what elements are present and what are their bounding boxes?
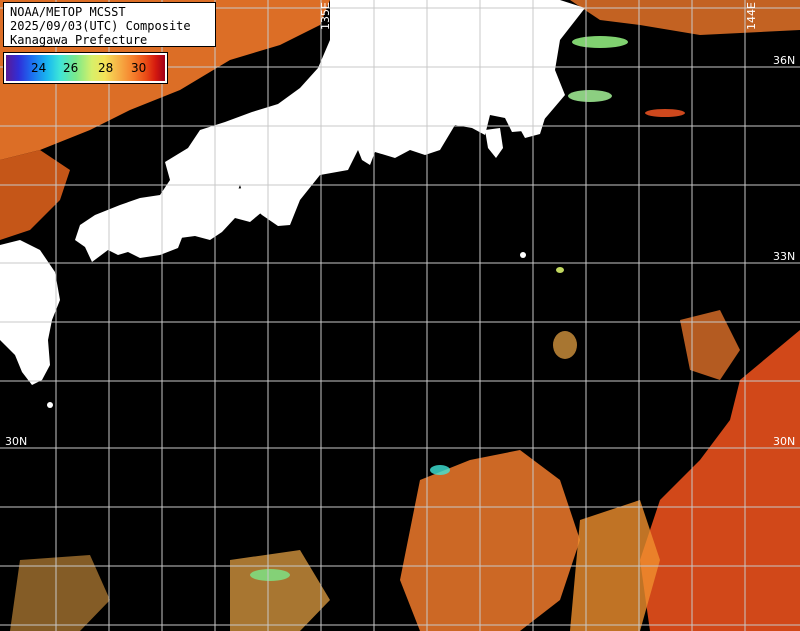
lon-label-135e: 135E: [319, 2, 332, 30]
sst-patch-small-east: [645, 109, 685, 117]
color-legend: 24 26 28 30: [3, 52, 168, 84]
legend-tick-28: 28: [98, 61, 114, 75]
lat-label-30n-left: 30N: [5, 435, 28, 448]
title-date: 2025/09/03(UTC) Composite: [10, 19, 191, 33]
map-title-box: NOAA/METOP MCSST 2025/09/03(UTC) Composi…: [3, 2, 216, 47]
lat-label-36n: 36N: [773, 54, 796, 67]
legend-tick-26: 26: [63, 61, 79, 75]
legend-tick-24: 24: [31, 61, 47, 75]
lat-label-33n: 33N: [773, 250, 796, 263]
lon-label-144e: 144E: [745, 2, 758, 30]
sst-patch-cyan-east: [572, 36, 628, 48]
sst-patch-green-south: [250, 569, 290, 581]
sst-patch-green-mid: [430, 465, 450, 475]
title-region: Kanagawa Prefecture: [10, 33, 148, 47]
title-product: NOAA/METOP MCSST: [10, 5, 126, 19]
land-izu-island: [520, 252, 526, 258]
sst-patch-cyan-tokyo: [568, 90, 612, 102]
sst-patch-mid-east: [553, 331, 577, 359]
map-canvas: [0, 0, 800, 631]
legend-tick-30: 30: [131, 61, 147, 75]
land-small-island-sw: [47, 402, 53, 408]
sst-map: 135E 144E 36N 33N 30N 30N NOAA/METOP MCS…: [0, 0, 800, 631]
lat-label-30n-right: 30N: [773, 435, 796, 448]
sst-patch-mid-small: [556, 267, 564, 273]
